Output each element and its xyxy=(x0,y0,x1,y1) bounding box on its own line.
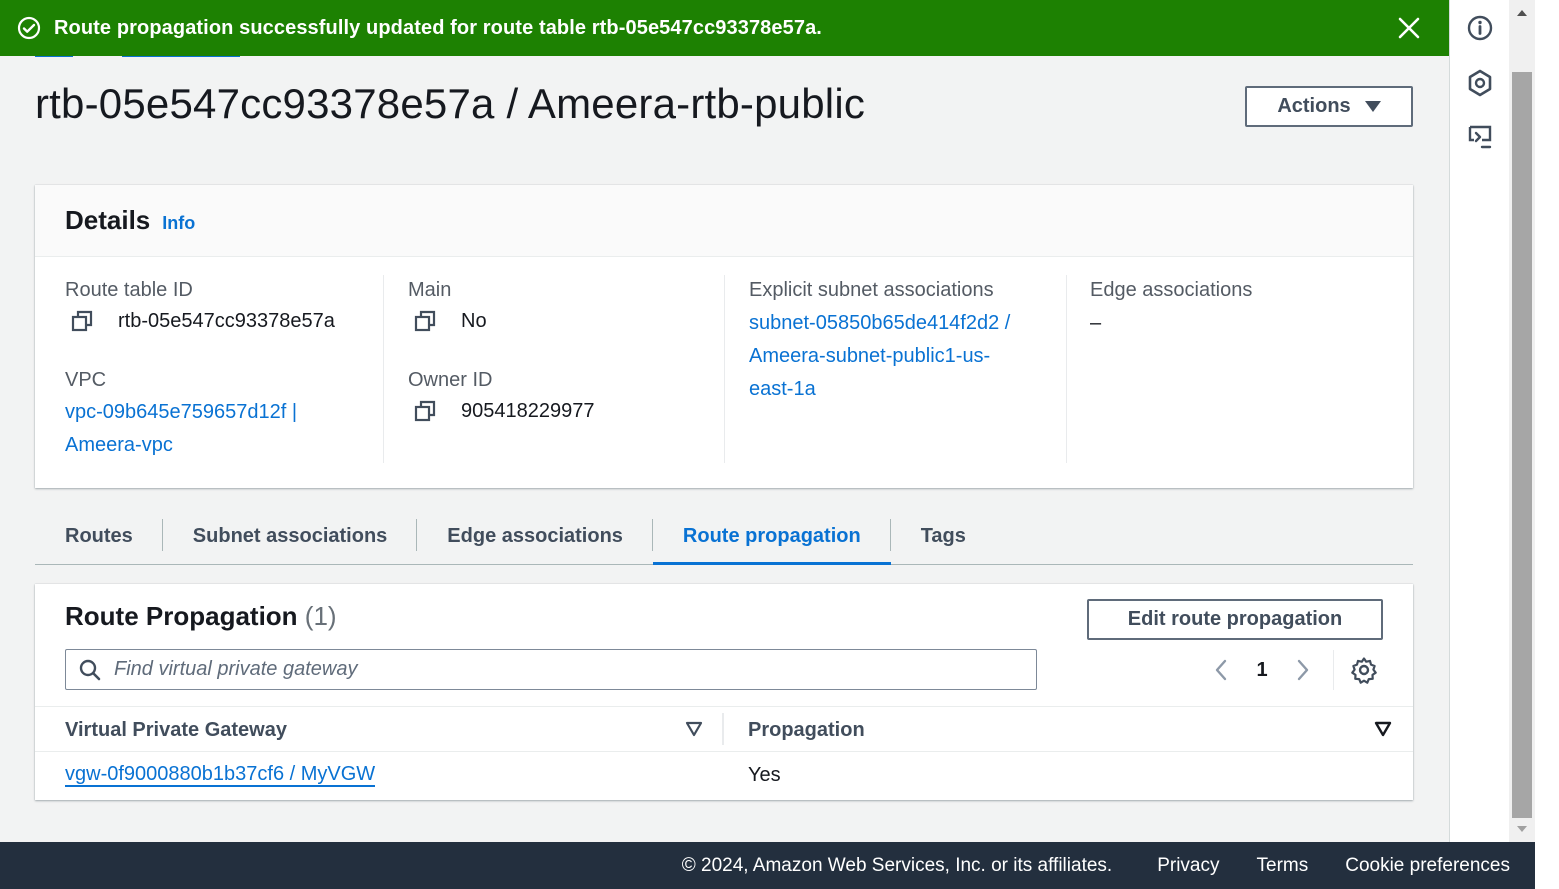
success-check-icon xyxy=(16,15,42,41)
close-icon[interactable] xyxy=(1395,14,1423,42)
flash-message: Route propagation successfully updated f… xyxy=(54,16,822,39)
copy-icon[interactable] xyxy=(413,309,437,333)
window-edge xyxy=(1535,0,1559,889)
vertical-scrollbar[interactable] xyxy=(1509,0,1535,842)
scroll-down-icon[interactable] xyxy=(1509,820,1535,838)
tab-bar: Routes Subnet associations Edge associat… xyxy=(35,508,1413,565)
tab-route-propagation[interactable]: Route propagation xyxy=(652,508,891,565)
subnet-link-line3: east-1a xyxy=(749,378,816,400)
column-header-propagation[interactable]: Propagation xyxy=(748,707,865,753)
info-link[interactable]: Info xyxy=(162,213,195,234)
search-box xyxy=(65,649,1037,690)
success-flash-banner: Route propagation successfully updated f… xyxy=(0,0,1449,56)
footer-privacy-link[interactable]: Privacy xyxy=(1157,855,1219,877)
route-table-id-text: rtb-05e547cc93378e57a xyxy=(118,309,335,332)
tools-rail xyxy=(1449,0,1509,842)
page-number[interactable]: 1 xyxy=(1235,659,1289,682)
tab-tags[interactable]: Tags xyxy=(891,508,996,564)
route-propagation-panel: Route Propagation (1) Edit route propaga… xyxy=(35,584,1413,800)
search-input[interactable] xyxy=(114,658,1014,681)
column-divider xyxy=(383,275,384,463)
sort-down-icon[interactable] xyxy=(685,721,703,737)
actions-button-label: Actions xyxy=(1277,95,1351,117)
footer-terms-link[interactable]: Terms xyxy=(1257,855,1309,877)
cloudshell-icon[interactable] xyxy=(1465,122,1495,152)
pager-divider xyxy=(1333,650,1334,690)
table-header: Virtual Private Gateway Propagation xyxy=(35,706,1413,752)
column-header-gateway[interactable]: Virtual Private Gateway xyxy=(65,707,287,753)
footer-copyright: © 2024, Amazon Web Services, Inc. or its… xyxy=(681,854,1113,876)
scroll-up-icon[interactable] xyxy=(1509,4,1535,22)
details-heading: Details xyxy=(65,205,151,235)
info-icon[interactable] xyxy=(1465,13,1495,43)
caret-down-icon xyxy=(1364,101,1381,112)
route-propagation-title: Route Propagation (1) xyxy=(65,601,337,632)
owner-id-text: 905418229977 xyxy=(461,399,595,422)
pagination: 1 xyxy=(1207,652,1317,688)
feedback-icon[interactable] xyxy=(1465,68,1495,98)
subnet-link-line1: subnet-05850b65de414f2d2 / xyxy=(749,312,1011,334)
route-propagation-count: (1) xyxy=(304,601,337,631)
propagation-cell: Yes xyxy=(748,763,781,786)
owner-id-label: Owner ID xyxy=(408,369,493,391)
copy-icon[interactable] xyxy=(413,399,437,423)
main-value: No xyxy=(413,309,487,333)
page-title: rtb-05e547cc93378e57a / Ameera-rtb-publi… xyxy=(35,80,866,127)
copy-icon[interactable] xyxy=(70,309,94,333)
edit-route-propagation-button[interactable]: Edit route propagation xyxy=(1087,599,1383,640)
vpc-link-line2: Ameera-vpc xyxy=(65,434,173,456)
actions-button[interactable]: Actions xyxy=(1245,86,1413,127)
subnet-link[interactable]: subnet-05850b65de414f2d2 / Ameera-subnet… xyxy=(749,307,1010,406)
footer-cookie-preferences-link[interactable]: Cookie preferences xyxy=(1345,855,1510,877)
vpc-label: VPC xyxy=(65,369,107,391)
gear-icon[interactable] xyxy=(1350,656,1378,684)
previous-page-icon[interactable] xyxy=(1207,652,1235,688)
column-divider xyxy=(724,275,725,463)
footer: © 2024, Amazon Web Services, Inc. or its… xyxy=(0,842,1535,889)
edge-associations-label: Edge associations xyxy=(1090,279,1253,301)
details-header: Details Info xyxy=(35,185,1413,257)
route-table-id-label: Route table ID xyxy=(65,279,193,301)
tab-routes[interactable]: Routes xyxy=(35,508,163,564)
gateway-link[interactable]: vgw-0f9000880b1b37cf6 / MyVGW xyxy=(65,763,376,787)
gateway-cell: vgw-0f9000880b1b37cf6 / MyVGW xyxy=(65,752,376,798)
column-resizer[interactable] xyxy=(722,713,724,745)
owner-id-value: 905418229977 xyxy=(413,399,594,423)
next-page-icon[interactable] xyxy=(1289,652,1317,688)
scrollbar-thumb[interactable] xyxy=(1512,72,1532,818)
vpc-link-line1: vpc-09b645e759657d12f | xyxy=(65,401,298,423)
route-table-id-value: rtb-05e547cc93378e57a xyxy=(70,309,335,333)
edge-associations-value: – xyxy=(1090,312,1102,334)
main-value-text: No xyxy=(461,309,487,332)
search-icon xyxy=(78,658,102,682)
subnet-link-line2: Ameera-subnet-public1-us- xyxy=(749,345,991,367)
sort-down-icon[interactable] xyxy=(1374,721,1392,737)
tab-edge-associations[interactable]: Edge associations xyxy=(417,508,653,564)
tab-subnet-associations[interactable]: Subnet associations xyxy=(163,508,418,564)
explicit-subnet-label: Explicit subnet associations xyxy=(749,279,994,301)
vpc-link[interactable]: vpc-09b645e759657d12f | Ameera-vpc xyxy=(65,396,297,462)
route-propagation-title-text: Route Propagation xyxy=(65,601,298,631)
main-label: Main xyxy=(408,279,452,301)
table-row: vgw-0f9000880b1b37cf6 / MyVGW Yes xyxy=(35,752,1413,798)
column-divider xyxy=(1066,275,1067,463)
main-content: Route propagation successfully updated f… xyxy=(0,0,1449,842)
details-panel: Details Info Route table ID rtb-05e547cc… xyxy=(35,185,1413,488)
